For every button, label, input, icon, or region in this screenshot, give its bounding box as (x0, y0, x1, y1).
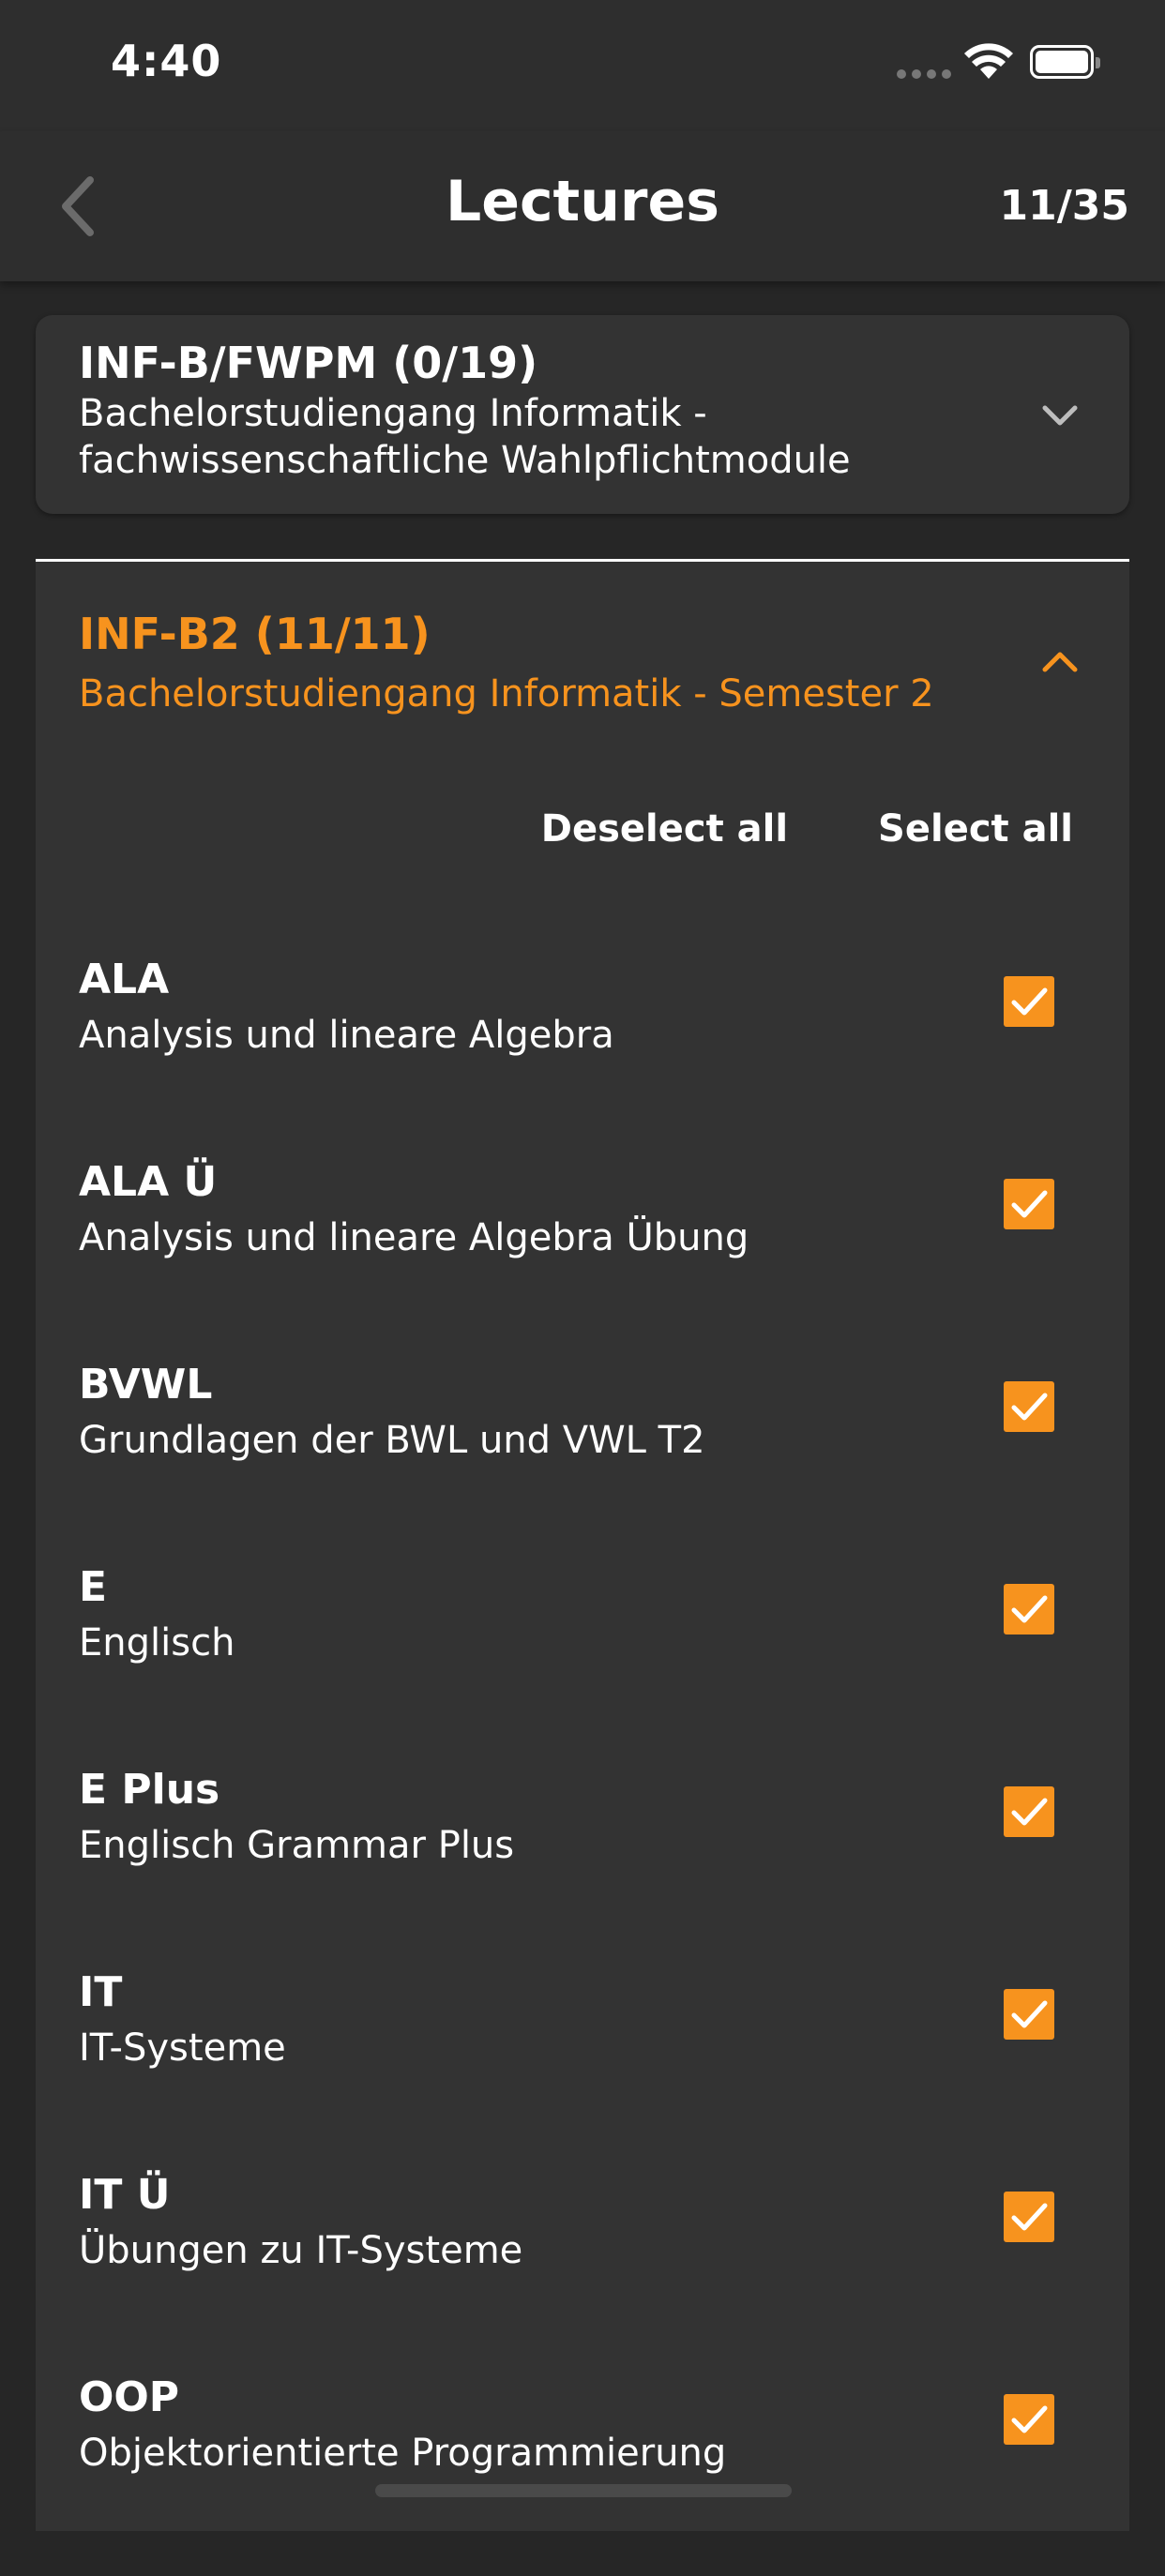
lecture-name: Englisch (79, 1621, 235, 1665)
checkmark-icon (1011, 1798, 1048, 1826)
lecture-code: OOP (79, 2373, 180, 2421)
lecture-row[interactable]: E Englisch (36, 1563, 1129, 1766)
lecture-row[interactable]: IT Ü Übungen zu IT-Systeme (36, 2171, 1129, 2373)
page-title: Lectures (446, 169, 719, 234)
cellular-signal-icon (897, 69, 951, 79)
navigation-bar: Lectures 11/35 (0, 131, 1165, 281)
lecture-checkbox[interactable] (1004, 1584, 1054, 1634)
wifi-icon (964, 43, 1013, 79)
lecture-code: IT Ü (79, 2171, 171, 2219)
checkmark-icon (1011, 987, 1048, 1016)
lecture-checkbox[interactable] (1004, 2394, 1054, 2445)
group-card-inf-b2: INF-B2 (11/11) Bachelorstudiengang Infor… (36, 559, 1129, 2531)
status-time: 4:40 (111, 36, 222, 86)
checkmark-icon (1011, 2000, 1048, 2028)
lecture-name: Analysis und lineare Algebra Übung (79, 1216, 749, 1259)
chevron-down-icon[interactable] (1039, 401, 1081, 429)
lecture-checkbox[interactable] (1004, 1786, 1054, 1837)
checkmark-icon (1011, 1393, 1048, 1421)
checkmark-icon (1011, 2405, 1048, 2433)
lecture-code: E Plus (79, 1766, 220, 1814)
deselect-all-button[interactable]: Deselect all (541, 807, 788, 860)
lecture-name: Übungen zu IT-Systeme (79, 2229, 523, 2272)
lecture-row[interactable]: BVWL Grundlagen der BWL und VWL T2 (36, 1361, 1129, 1563)
lecture-row[interactable]: ALA Ü Analysis und lineare Algebra Übung (36, 1158, 1129, 1361)
selection-count: 11/35 (999, 182, 1129, 230)
battery-icon (1030, 45, 1100, 79)
lecture-row[interactable]: E Plus Englisch Grammar Plus (36, 1766, 1129, 1968)
lecture-code: BVWL (79, 1361, 213, 1409)
home-indicator (375, 2484, 792, 2497)
status-bar: 4:40 (0, 0, 1165, 131)
checkmark-icon (1011, 1595, 1048, 1623)
lecture-row[interactable]: ALA Analysis und lineare Algebra (36, 956, 1129, 1158)
lecture-code: IT (79, 1968, 123, 2016)
bulk-actions: Deselect all Select all (541, 807, 1073, 860)
group-card-inf-b-fwpm[interactable]: INF-B/FWPM (0/19) Bachelorstudiengang In… (36, 315, 1129, 514)
lecture-code: ALA Ü (79, 1158, 218, 1206)
lecture-row[interactable]: OOP Objektorientierte Programmierung (36, 2373, 1129, 2576)
group-title: INF-B/FWPM (0/19) (79, 338, 538, 388)
group-subtitle: Bachelorstudiengang Informatik - fachwis… (79, 392, 851, 482)
lecture-checkbox[interactable] (1004, 1381, 1054, 1432)
lecture-checkbox[interactable] (1004, 976, 1054, 1027)
lecture-checkbox[interactable] (1004, 1989, 1054, 2040)
lecture-name: Grundlagen der BWL und VWL T2 (79, 1419, 705, 1462)
lecture-name: Objektorientierte Programmierung (79, 2432, 727, 2475)
select-all-button[interactable]: Select all (878, 807, 1073, 860)
lecture-name: IT-Systeme (79, 2026, 286, 2070)
lecture-checkbox[interactable] (1004, 1179, 1054, 1229)
lecture-checkbox[interactable] (1004, 2192, 1054, 2242)
checkmark-icon (1011, 1190, 1048, 1218)
chevron-up-icon[interactable] (1039, 648, 1081, 676)
lecture-code: ALA (79, 956, 170, 1003)
lecture-code: E (79, 1563, 108, 1611)
group-subtitle: Bachelorstudiengang Informatik - Semeste… (79, 672, 934, 716)
lecture-name: Analysis und lineare Algebra (79, 1014, 614, 1057)
lecture-name: Englisch Grammar Plus (79, 1824, 515, 1867)
lecture-row[interactable]: IT IT-Systeme (36, 1968, 1129, 2171)
checkmark-icon (1011, 2203, 1048, 2231)
group-title[interactable]: INF-B2 (11/11) (79, 609, 431, 659)
